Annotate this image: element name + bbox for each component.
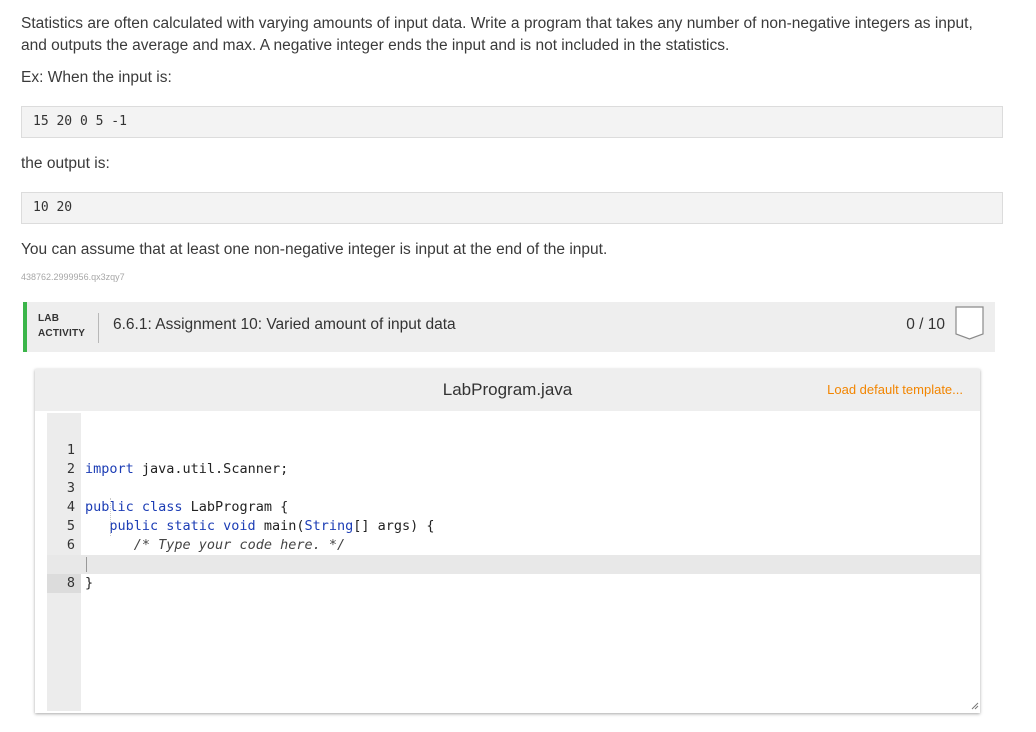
lab-activity-tag: LAB ACTIVITY (38, 311, 85, 341)
header-divider (98, 313, 99, 343)
text-cursor (86, 557, 87, 572)
resize-handle-icon[interactable] (971, 702, 979, 710)
code-line-active[interactable]: 8 (47, 555, 980, 593)
problem-description: Statistics are often calculated with var… (21, 15, 973, 54)
completion-badge-icon (955, 306, 984, 340)
lab-score: 0 / 10 (906, 316, 945, 333)
code-line[interactable]: 6 } (47, 517, 980, 572)
code-editor[interactable]: 1 import java.util.Scanner; 2 3 public c… (47, 413, 980, 711)
code-line[interactable]: 3 public class LabProgram { (47, 460, 980, 515)
code-line[interactable]: 7 } (47, 536, 980, 591)
problem-id: 438762.2999956.qx3zqy7 (21, 272, 125, 282)
lab-tag-line1: LAB (38, 313, 60, 324)
example-output-box: 10 20 (21, 192, 1003, 224)
lab-activity-header: LAB ACTIVITY 6.6.1: Assignment 10: Varie… (23, 302, 995, 352)
example-input-box: 15 20 0 5 -1 (21, 106, 1003, 138)
file-bar: LabProgram.java Load default template... (35, 369, 980, 411)
load-default-template-link[interactable]: Load default template... (827, 382, 963, 397)
lab-title: 6.6.1: Assignment 10: Varied amount of i… (113, 316, 456, 333)
output-label: the output is: (21, 155, 110, 172)
code-line[interactable]: 2 (47, 441, 980, 477)
assumption-text: You can assume that at least one non-neg… (21, 241, 608, 258)
lab-tag-line2: ACTIVITY (38, 328, 86, 339)
code-line[interactable]: 1 import java.util.Scanner; (47, 422, 980, 477)
code-editor-panel: LabProgram.java Load default template...… (35, 369, 980, 713)
code-line[interactable]: 5 /* Type your code here. */ (47, 498, 980, 553)
code-line[interactable]: 4 public static void main(String[] args)… (47, 479, 980, 534)
example-label: Ex: When the input is: (21, 69, 172, 86)
line-number: 8 (47, 574, 81, 593)
indent-guide (110, 498, 112, 536)
